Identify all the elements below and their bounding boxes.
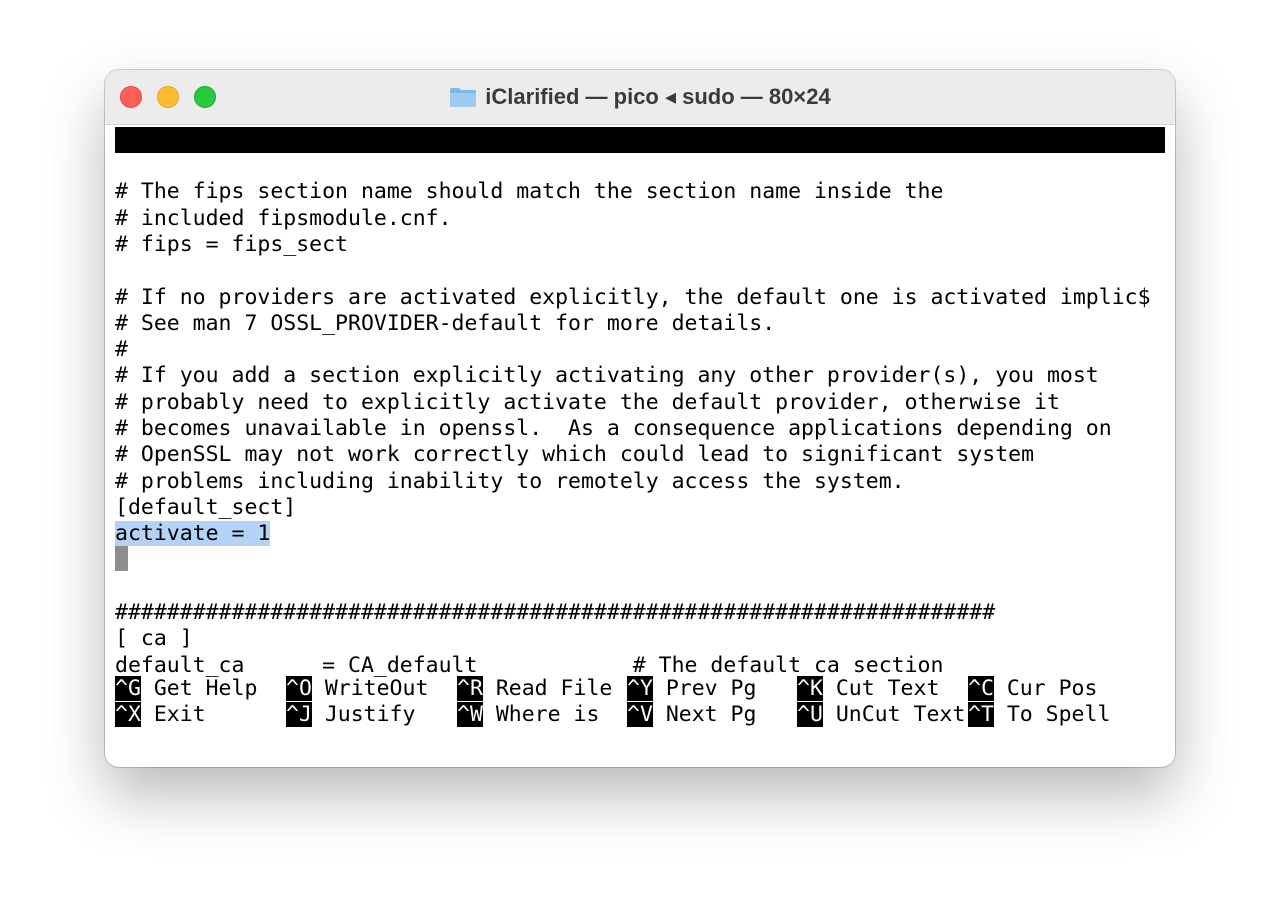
- line-text: [default_sect]: [115, 494, 297, 520]
- editor-line[interactable]: # If you add a section explicitly activa…: [115, 363, 1099, 389]
- shortcut-label: Where is: [482, 702, 600, 727]
- line-text: # becomes unavailable in openssl. As a c…: [115, 416, 1112, 441]
- line-text: [ ca ]: [115, 626, 193, 652]
- editor-line[interactable]: #: [115, 337, 128, 363]
- shortcut-key: ^V: [627, 702, 653, 727]
- line-text: # problems including inability to remote…: [115, 468, 905, 494]
- shortcut-label: Exit: [140, 702, 206, 727]
- shortcut-label: Cut Text: [822, 676, 940, 701]
- editor-line[interactable]: # See man 7 OSSL_PROVIDER-default for mo…: [115, 311, 775, 337]
- editor-status: Modified: [1035, 205, 1139, 230]
- terminal-content[interactable]: UW PICO 5.09 File: /opt/homebrew/etc/ope…: [105, 125, 1175, 767]
- editor-version: UW PICO 5.09: [141, 153, 297, 178]
- shortcut-label: Cur Pos: [993, 676, 1098, 701]
- selected-text: activate = 1: [115, 521, 271, 547]
- shortcut-key: ^K: [797, 676, 823, 701]
- shortcut-label: Next Pg: [652, 702, 757, 727]
- line-text: # The fips section name should match the…: [115, 179, 944, 205]
- editor-line[interactable]: # fips = fips_sect: [115, 232, 348, 258]
- shortcut-item[interactable]: ^G Get Help: [115, 676, 257, 702]
- text-cursor: [115, 546, 128, 571]
- shortcut-label: To Spell: [993, 702, 1111, 727]
- pico-header-bar: UW PICO 5.09 File: /opt/homebrew/etc/ope…: [115, 127, 1165, 230]
- shortcut-key: ^X: [115, 702, 141, 727]
- line-text: # fips = fips_sect: [115, 231, 348, 257]
- shortcut-label: Get Help: [140, 676, 258, 701]
- shortcut-key: ^T: [968, 702, 994, 727]
- shortcut-item[interactable]: ^W Where is: [457, 702, 599, 728]
- shortcut-item[interactable]: ^V Next Pg: [627, 702, 756, 728]
- shortcut-key: ^Y: [627, 676, 653, 701]
- shortcut-key: ^U: [797, 702, 823, 727]
- line-text: # included fipsmodule.cnf.: [115, 205, 452, 231]
- folder-icon: [450, 88, 477, 107]
- shortcut-item[interactable]: ^T To Spell: [968, 702, 1110, 728]
- line-text: # OpenSSL may not work correctly which c…: [115, 442, 1035, 468]
- window-title: iClarified — pico ◂ sudo — 80×24: [485, 84, 831, 109]
- shortcut-label: Prev Pg: [652, 676, 757, 701]
- shortcut-label: Read File: [482, 676, 613, 701]
- editor-line[interactable]: default_ca = CA_default # The default ca…: [115, 653, 943, 679]
- editor-line[interactable]: activate = 1: [115, 521, 271, 547]
- editor-line[interactable]: # problems including inability to remote…: [115, 469, 905, 495]
- shortcut-label: UnCut Text: [822, 702, 966, 727]
- shortcut-item[interactable]: ^X Exit: [115, 702, 206, 728]
- editor-line[interactable]: [ ca ]: [115, 626, 193, 652]
- line-text: #: [115, 337, 128, 363]
- editor-line[interactable]: # If no providers are activated explicit…: [115, 285, 1151, 311]
- line-text: ########################################…: [115, 600, 996, 626]
- editor-line[interactable]: # included fipsmodule.cnf.: [115, 206, 452, 232]
- editor-line[interactable]: [default_sect]: [115, 495, 296, 521]
- shortcut-key: ^R: [457, 676, 483, 701]
- shortcut-key: ^W: [457, 702, 483, 727]
- shortcut-item[interactable]: ^J Justify: [286, 702, 415, 728]
- shortcut-item[interactable]: ^R Read File: [457, 676, 612, 702]
- line-text: # If you add a section explicitly activa…: [115, 363, 1099, 389]
- shortcut-key: ^C: [968, 676, 994, 701]
- editor-line[interactable]: # OpenSSL may not work correctly which c…: [115, 442, 1034, 468]
- editor-line[interactable]: # The fips section name should match the…: [115, 179, 943, 205]
- shortcut-label: WriteOut: [311, 676, 429, 701]
- line-text: # If no providers are activated explicit…: [115, 284, 1151, 310]
- editor-line[interactable]: # becomes unavailable in openssl. As a c…: [115, 416, 1112, 442]
- terminal-window: iClarified — pico ◂ sudo — 80×24 UW PICO…: [105, 70, 1175, 767]
- shortcut-item[interactable]: ^U UnCut Text: [797, 702, 965, 728]
- shortcut-key: ^G: [115, 676, 141, 701]
- window-title-container: iClarified — pico ◂ sudo — 80×24: [105, 70, 1175, 124]
- line-text: # See man 7 OSSL_PROVIDER-default for mo…: [115, 310, 776, 336]
- shortcut-item[interactable]: ^C Cur Pos: [968, 676, 1097, 702]
- title-bar[interactable]: iClarified — pico ◂ sudo — 80×24: [105, 70, 1175, 125]
- shortcut-item[interactable]: ^K Cut Text: [797, 676, 939, 702]
- editor-line[interactable]: # probably need to explicitly activate t…: [115, 390, 1060, 416]
- shortcut-item[interactable]: ^O WriteOut: [286, 676, 428, 702]
- shortcut-key: ^O: [286, 676, 312, 701]
- shortcut-key: ^J: [286, 702, 312, 727]
- shortcut-item[interactable]: ^Y Prev Pg: [627, 676, 756, 702]
- shortcut-label: Justify: [311, 702, 416, 727]
- editor-line[interactable]: ########################################…: [115, 600, 995, 626]
- line-text: # probably need to explicitly activate t…: [115, 389, 1060, 415]
- line-text: default_ca = CA_default # The default ca…: [115, 652, 944, 678]
